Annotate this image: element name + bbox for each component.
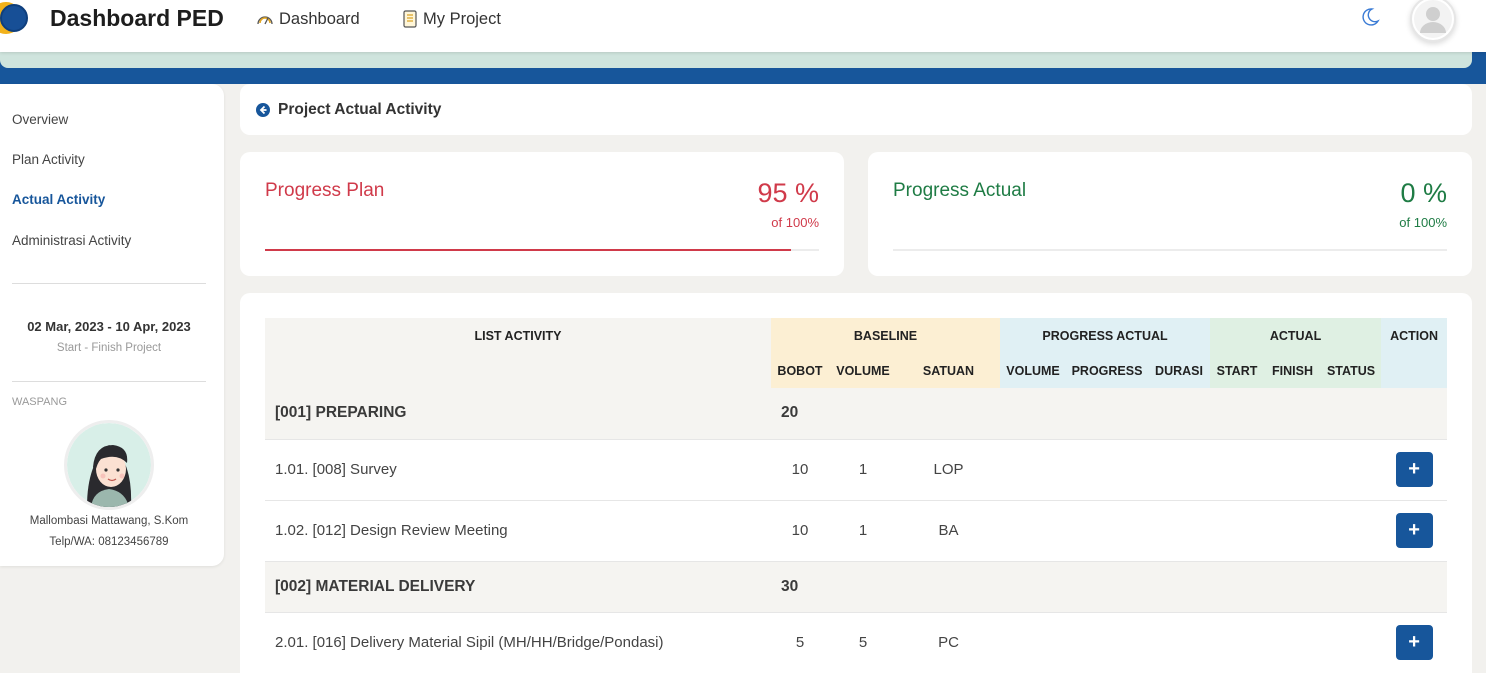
brand-title[interactable]: Dashboard PED — [50, 5, 224, 32]
progress-plan-label: Progress Plan — [265, 180, 385, 201]
progress-actual-value: 0 % — [1400, 178, 1447, 208]
activity-volume: 5 — [829, 612, 897, 673]
header-bobot: BOBOT — [771, 353, 829, 388]
sidebar-item-actual-activity[interactable]: Actual Activity — [12, 192, 105, 207]
progress-plan-card: Progress Plan 95 % of 100% — [240, 152, 844, 276]
progress-actual-label: Progress Actual — [893, 180, 1027, 201]
project-date-caption: Start - Finish Project — [56, 342, 162, 354]
header-baseline: BASELINE — [771, 318, 1001, 353]
header-pa-durasi: DURASI — [1148, 353, 1211, 388]
header-satuan: SATUAN — [897, 353, 1001, 388]
waspang-name: Mallombasi Mattawang, S.Kom — [29, 515, 189, 527]
header-list-activity: LIST ACTIVITY — [265, 318, 771, 388]
sidebar-item-overview[interactable]: Overview — [12, 112, 68, 127]
progress-plan-of: of 100% — [771, 215, 819, 230]
nav-dashboard-label: Dashboard — [279, 9, 360, 28]
progress-actual-track — [893, 249, 1447, 251]
header-finish: FINISH — [1264, 353, 1322, 388]
add-actual-button[interactable]: + — [1395, 513, 1433, 548]
group-name: [001] PREPARING — [265, 388, 771, 440]
activity-satuan: PC — [897, 612, 1001, 673]
header-volume: VOLUME — [829, 353, 897, 388]
moon-icon[interactable] — [1360, 7, 1380, 27]
group-name: [002] MATERIAL DELIVERY — [265, 561, 771, 613]
progress-plan-bar — [265, 249, 792, 251]
role-label: WASPANG — [12, 396, 68, 408]
nav-dashboard-link[interactable]: Dashboard — [256, 8, 360, 30]
sidebar-divider — [12, 283, 206, 284]
progress-actual-of: of 100% — [1399, 215, 1447, 230]
sidebar: Overview Plan Activity Actual Activity A… — [0, 84, 224, 566]
notebook-icon — [403, 10, 417, 28]
activity-satuan: BA — [897, 500, 1001, 562]
progress-plan-track — [265, 249, 819, 251]
activity-satuan: LOP — [897, 439, 1001, 501]
table-group-row: [002] MATERIAL DELIVERY 30 — [265, 561, 1448, 613]
nav-my-project-link[interactable]: My Project — [402, 8, 501, 30]
activity-volume: 1 — [829, 439, 897, 501]
header-actual: ACTUAL — [1210, 318, 1382, 353]
activity-table-card: LIST ACTIVITY BASELINE PROGRESS ACTUAL A… — [240, 293, 1472, 673]
add-actual-button[interactable]: + — [1395, 625, 1433, 660]
sidebar-item-plan-activity[interactable]: Plan Activity — [12, 152, 85, 167]
progress-plan-value: 95 % — [757, 178, 819, 208]
nav-my-project-label: My Project — [423, 9, 501, 28]
gauge-icon — [257, 16, 273, 25]
back-arrow-icon[interactable] — [256, 103, 270, 117]
header-status: STATUS — [1321, 353, 1382, 388]
activity-name: 2.01. [016] Delivery Material Sipil (MH/… — [265, 612, 771, 673]
sidebar-divider — [12, 381, 206, 382]
group-bobot: 20 — [771, 388, 829, 440]
waspang-avatar — [64, 420, 154, 510]
table-row: 1.02. [012] Design Review Meeting 10 1 B… — [265, 500, 1448, 562]
header-pa-volume: VOLUME — [1000, 353, 1067, 388]
header-accent-band — [0, 52, 1472, 68]
header-action: ACTION — [1381, 318, 1448, 388]
add-actual-button[interactable]: + — [1395, 452, 1433, 487]
progress-actual-card: Progress Actual 0 % of 100% — [868, 152, 1472, 276]
project-date-range: 02 Mar, 2023 - 10 Apr, 2023 — [27, 319, 191, 334]
activity-name: 1.02. [012] Design Review Meeting — [265, 500, 771, 562]
header-progress-actual: PROGRESS ACTUAL — [1000, 318, 1211, 353]
top-navbar: Dashboard PED Dashboard My Project — [0, 0, 1486, 52]
header-start: START — [1210, 353, 1265, 388]
table-row: 1.01. [008] Survey 10 1 LOP + — [265, 439, 1448, 501]
activity-bobot: 10 — [771, 439, 829, 501]
group-bobot: 30 — [771, 561, 829, 613]
waspang-phone: Telp/WA: 08123456789 — [49, 536, 169, 548]
activity-bobot: 5 — [771, 612, 829, 673]
table-group-row: [001] PREPARING 20 — [265, 388, 1448, 440]
sidebar-item-administrasi-activity[interactable]: Administrasi Activity — [12, 233, 131, 248]
activity-table: LIST ACTIVITY BASELINE PROGRESS ACTUAL A… — [265, 318, 1448, 673]
activity-bobot: 10 — [771, 500, 829, 562]
brand-logo-icon[interactable] — [0, 2, 38, 34]
table-row: 2.01. [016] Delivery Material Sipil (MH/… — [265, 612, 1448, 673]
page-title: Project Actual Activity — [278, 101, 442, 118]
activity-volume: 1 — [829, 500, 897, 562]
user-avatar-icon[interactable] — [1410, 0, 1456, 42]
header-pa-progress: PROGRESS — [1066, 353, 1149, 388]
page-title-card: Project Actual Activity — [240, 84, 1472, 135]
activity-name: 1.01. [008] Survey — [265, 439, 771, 501]
